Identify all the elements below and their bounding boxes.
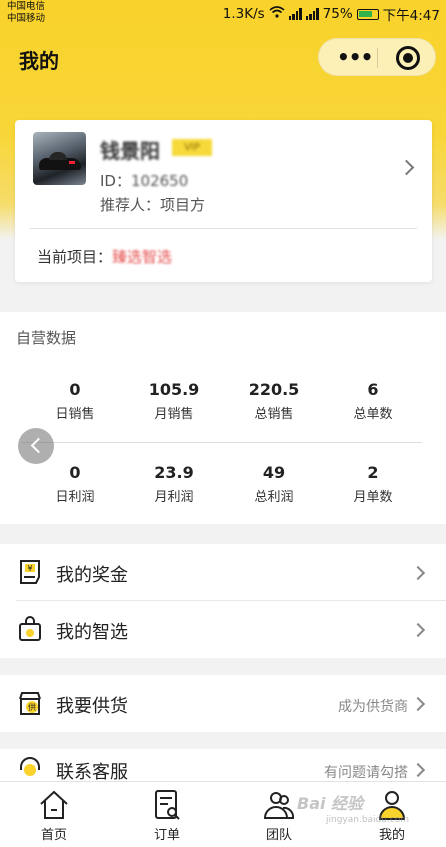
stat-label: 日利润 <box>55 490 95 505</box>
menu-item-bonus[interactable]: ¥ 我的奖金 <box>0 544 446 601</box>
stat-daily-profit: 0 日利润 <box>30 463 120 505</box>
stat-monthly-profit: 23.9 月利润 <box>129 463 219 505</box>
bottom-tab-bar: 首页 订单 团队 我的 <box>0 781 446 847</box>
supply-label: 我要供货 <box>56 696 128 717</box>
profile-card[interactable]: 钱景阳 VIP ID：102650 推荐人：项目方 当前项目：臻选智选 <box>15 120 432 282</box>
bonus-icon: ¥ <box>18 559 42 585</box>
stat-value: 49 <box>262 463 286 482</box>
stat-label: 月利润 <box>154 490 194 505</box>
tab-home[interactable]: 首页 <box>19 788 89 843</box>
wifi-icon <box>269 6 285 22</box>
team-icon <box>262 788 296 822</box>
battery-icon <box>356 8 379 20</box>
watermark: Bai 经验 <box>297 794 364 813</box>
status-bar: 中国电信 中国移动 1.3K/s 75% 下午4:47 <box>0 0 446 26</box>
tab-label: 团队 <box>265 828 292 843</box>
stat-value: 0 <box>69 380 81 399</box>
stat-value: 2 <box>367 463 379 482</box>
tab-label: 我的 <box>378 828 405 843</box>
tab-label: 首页 <box>40 828 67 843</box>
level-badge: VIP <box>172 139 212 156</box>
stat-label: 总销售 <box>254 407 294 422</box>
referrer-label: 推荐人： <box>100 196 161 214</box>
network-speed: 1.3K/s <box>222 6 265 22</box>
store-icon: 供 <box>18 690 42 716</box>
menu-item-supply[interactable]: 供 我要供货 成为供货商 <box>0 675 446 732</box>
stat-value: 0 <box>69 463 81 482</box>
signal-icon-2 <box>305 8 319 20</box>
project-label: 当前项目： <box>37 248 113 266</box>
carrier-2: 中国移动 <box>7 13 46 24</box>
stats-title: 自营数据 <box>16 329 77 347</box>
current-project: 当前项目：臻选智选 <box>37 246 172 267</box>
project-value: 臻选智选 <box>112 248 173 266</box>
menu-group-earnings: ¥ 我的奖金 我的智选 <box>0 544 446 658</box>
battery-percent: 75% <box>322 6 353 22</box>
stats-section: 自营数据 0 日销售 105.9 月销售 220.5 总销售 6 总单数 0 日… <box>0 312 446 524</box>
orders-icon <box>150 788 184 822</box>
stat-value: 105.9 <box>148 380 200 399</box>
miniprogram-capsule: ••• <box>318 38 436 76</box>
referrer-value: 项目方 <box>160 196 206 214</box>
chevron-right-icon <box>410 622 426 638</box>
avatar <box>33 132 86 185</box>
chevron-right-icon <box>410 565 426 581</box>
svg-text:供: 供 <box>28 702 36 712</box>
stat-label: 总单数 <box>353 407 393 422</box>
user-id-label: ID： <box>100 172 131 190</box>
page-title: 我的 <box>19 49 59 73</box>
carrier-info: 中国电信 中国移动 <box>7 1 45 25</box>
capsule-divider <box>377 48 378 68</box>
chevron-right-icon <box>410 696 426 712</box>
more-icon[interactable]: ••• <box>337 45 373 69</box>
home-icon <box>37 788 71 822</box>
user-name: 钱景阳 <box>100 139 160 163</box>
watermark-url: jingyan.baidu.com <box>326 815 410 825</box>
svg-text:¥: ¥ <box>27 564 32 573</box>
service-hint: 有问题请勾搭 <box>324 765 408 781</box>
menu-group-supply: 供 我要供货 成为供货商 <box>0 675 446 732</box>
stat-label: 日销售 <box>55 407 95 422</box>
tab-label: 订单 <box>153 828 180 843</box>
stat-monthly-sales: 105.9 月销售 <box>129 380 219 422</box>
status-indicators: 1.3K/s 75% 下午4:47 <box>223 4 440 24</box>
menu-item-picks[interactable]: 我的智选 <box>0 601 446 658</box>
stat-label: 月单数 <box>353 490 393 505</box>
chevron-right-icon <box>410 762 426 778</box>
signal-icon-1 <box>288 8 302 20</box>
bonus-label: 我的奖金 <box>56 565 128 586</box>
close-miniprogram-icon[interactable] <box>396 46 420 70</box>
picks-label: 我的智选 <box>56 622 128 643</box>
referrer: 推荐人：项目方 <box>100 194 205 215</box>
stat-daily-sales: 0 日销售 <box>30 380 120 422</box>
stat-monthly-orders: 2 月单数 <box>328 463 418 505</box>
stat-total-profit: 49 总利润 <box>229 463 319 505</box>
user-id-value: 102650 <box>130 172 189 190</box>
shopping-bag-icon <box>18 616 42 642</box>
stat-total-orders: 6 总单数 <box>328 380 418 422</box>
carrier-1: 中国电信 <box>7 1 46 12</box>
stat-label: 月销售 <box>154 407 194 422</box>
stat-value: 220.5 <box>248 380 300 399</box>
tab-orders[interactable]: 订单 <box>132 788 202 843</box>
arrow-left-icon[interactable] <box>18 428 54 464</box>
headset-icon <box>18 756 42 782</box>
stat-value: 6 <box>367 380 379 399</box>
stat-value: 23.9 <box>154 463 194 482</box>
status-time: 下午4:47 <box>382 8 440 24</box>
user-id: ID：102650 <box>100 170 188 191</box>
card-divider <box>30 228 417 229</box>
stats-divider <box>22 442 422 443</box>
stat-label: 总利润 <box>254 490 294 505</box>
supply-hint: 成为供货商 <box>338 699 408 715</box>
stat-total-sales: 220.5 总销售 <box>229 380 319 422</box>
chevron-right-icon[interactable] <box>398 159 415 176</box>
